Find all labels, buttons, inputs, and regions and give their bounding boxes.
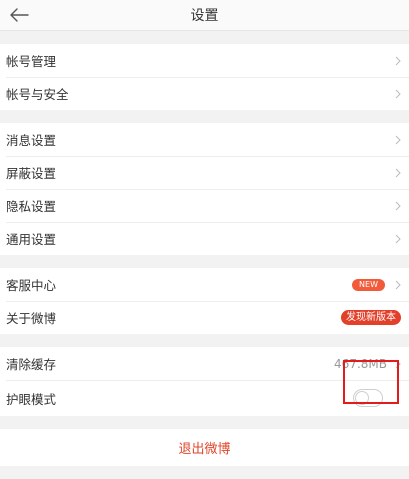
highlight-box bbox=[343, 360, 399, 404]
customer-service-label: 客服中心 bbox=[6, 278, 57, 293]
about-weibo-label: 关于微博 bbox=[6, 311, 57, 326]
chevron-right-icon bbox=[395, 280, 401, 289]
account-management-item[interactable]: 帐号管理 bbox=[0, 44, 409, 77]
chevron-right-icon bbox=[395, 168, 401, 177]
account-security-label: 帐号与安全 bbox=[6, 87, 69, 102]
chevron-right-icon bbox=[395, 56, 401, 65]
privacy-settings-item[interactable]: 隐私设置 bbox=[0, 189, 409, 222]
general-settings-label: 通用设置 bbox=[6, 232, 57, 247]
settings-group: 消息设置 屏蔽设置 隐私设置 通用设置 bbox=[0, 123, 409, 255]
account-security-item[interactable]: 帐号与安全 bbox=[0, 77, 409, 110]
block-settings-label: 屏蔽设置 bbox=[6, 166, 57, 181]
chevron-right-icon bbox=[395, 234, 401, 243]
eye-protection-label: 护眼模式 bbox=[6, 391, 57, 407]
privacy-settings-label: 隐私设置 bbox=[6, 199, 57, 214]
eye-protection-item: 护眼模式 bbox=[0, 360, 409, 416]
customer-service-item[interactable]: 客服中心 NEW bbox=[0, 268, 409, 301]
message-settings-label: 消息设置 bbox=[6, 133, 57, 148]
storage-group: 清除缓存 467.8MB 护眼模式 bbox=[0, 347, 409, 416]
new-version-badge: 发现新版本 bbox=[341, 310, 401, 325]
back-arrow-icon[interactable] bbox=[8, 4, 30, 26]
chevron-right-icon bbox=[395, 89, 401, 98]
account-group: 帐号管理 帐号与安全 bbox=[0, 44, 409, 110]
general-settings-item[interactable]: 通用设置 bbox=[0, 222, 409, 255]
chevron-right-icon bbox=[395, 201, 401, 210]
block-settings-item[interactable]: 屏蔽设置 bbox=[0, 156, 409, 189]
new-badge: NEW bbox=[352, 278, 385, 291]
message-settings-item[interactable]: 消息设置 bbox=[0, 123, 409, 156]
page-title: 设置 bbox=[190, 8, 219, 24]
clear-cache-label: 清除缓存 bbox=[6, 357, 57, 372]
top-bar: 设置 bbox=[0, 0, 409, 31]
account-management-label: 帐号管理 bbox=[6, 54, 57, 69]
chevron-right-icon bbox=[395, 135, 401, 144]
logout-button[interactable]: 退出微博 bbox=[0, 429, 409, 466]
about-weibo-item[interactable]: 关于微博 发现新版本 bbox=[0, 301, 409, 334]
support-group: 客服中心 NEW 关于微博 发现新版本 bbox=[0, 268, 409, 334]
